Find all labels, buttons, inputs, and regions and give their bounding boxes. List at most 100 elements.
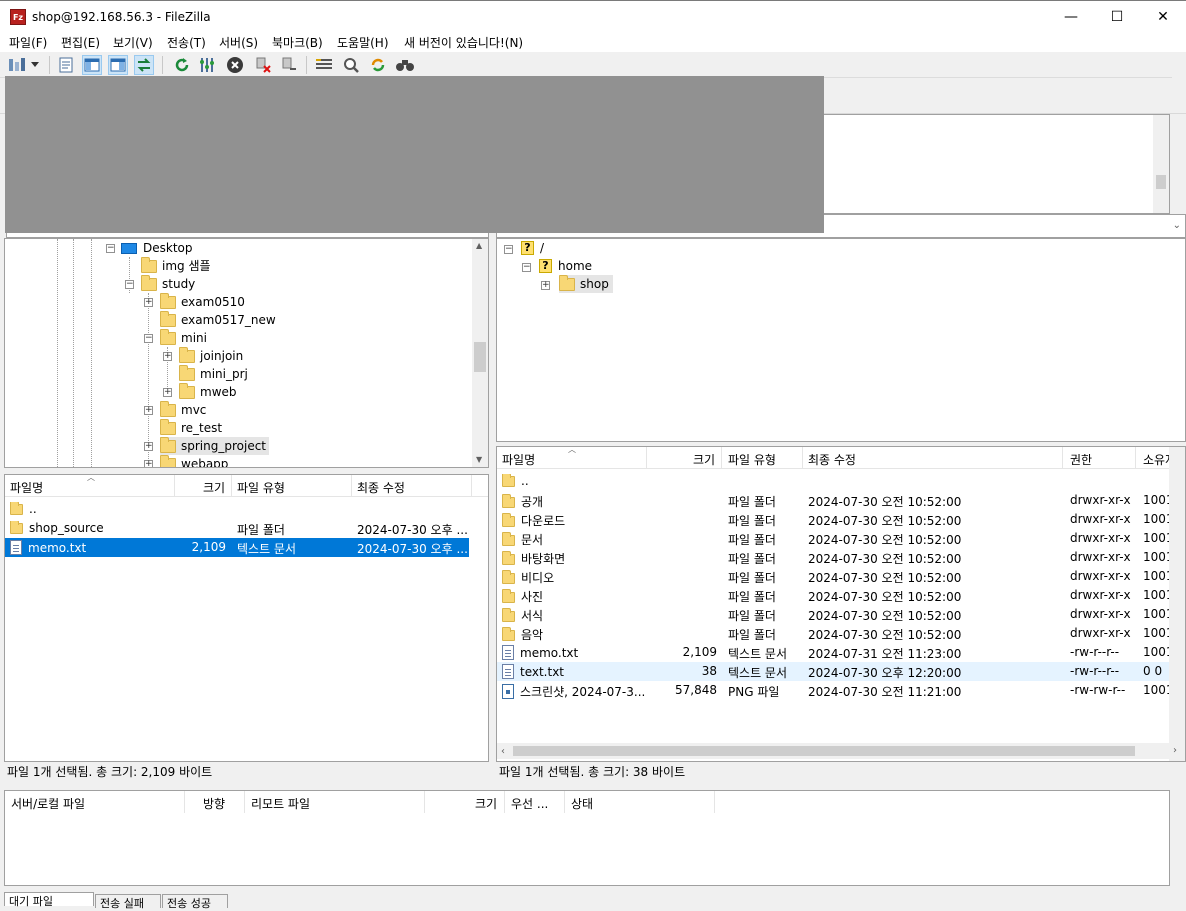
sync-browse-icon[interactable] [368, 55, 388, 75]
remote-tree-icon[interactable] [108, 55, 128, 75]
column-divider[interactable] [721, 447, 722, 469]
column-divider[interactable] [174, 475, 175, 497]
reconnect-icon[interactable] [279, 55, 299, 75]
scroll-right-icon[interactable]: › [1173, 745, 1177, 756]
column-header-modified[interactable]: 최종 수정 [808, 451, 856, 468]
column-divider[interactable] [244, 791, 245, 813]
menu-view[interactable]: 보기(V) [113, 34, 153, 51]
dropdown-icon[interactable] [29, 55, 41, 75]
tree-node-spring-project[interactable]: spring_project [160, 436, 270, 455]
local-tree-icon[interactable] [82, 55, 102, 75]
list-item[interactable]: 다운로드 파일 폴더 2024-07-30 오전 10:52:00 drwxr-xr-… [497, 510, 1185, 529]
directory-listing-filter-icon[interactable] [314, 55, 334, 75]
tree-node-mweb[interactable]: mweb [179, 382, 237, 401]
queue-header-remote-file[interactable]: 리모트 파일 [251, 795, 310, 812]
expand-icon[interactable]: + [163, 352, 172, 361]
queue-header-size[interactable]: 크기 [475, 795, 497, 812]
scroll-thumb[interactable] [513, 746, 1135, 756]
process-queue-icon[interactable] [198, 55, 218, 75]
tree-node-webapp[interactable]: webapp [160, 454, 228, 467]
column-divider[interactable] [351, 475, 352, 497]
remote-list-vscrollbar[interactable]: › [1169, 447, 1185, 761]
expand-icon[interactable]: + [144, 298, 153, 307]
list-item[interactable]: 음악 파일 폴더 2024-07-30 오전 10:52:00 drwxr-xr-x 1… [497, 624, 1185, 643]
column-header-permissions[interactable]: 권한 [1070, 451, 1092, 468]
refresh-icon[interactable] [172, 55, 192, 75]
disconnect-icon[interactable] [253, 55, 273, 75]
scroll-down-icon[interactable]: ▼ [476, 455, 482, 464]
column-header-size[interactable]: 크기 [693, 451, 715, 468]
collapse-icon[interactable]: − [522, 263, 531, 272]
list-item[interactable]: 바탕화면 파일 폴더 2024-07-30 오전 10:52:00 drwxr-xr-… [497, 548, 1185, 567]
tree-node-img-sample[interactable]: img 샘플 [141, 256, 211, 275]
menu-file[interactable]: 파일(F) [9, 34, 47, 51]
tab-queued-files[interactable]: 대기 파일 [4, 892, 94, 908]
tree-node-desktop[interactable]: Desktop [121, 239, 193, 257]
column-divider[interactable] [424, 791, 425, 813]
tree-node-shop[interactable]: shop [559, 274, 613, 293]
remote-list-hscrollbar[interactable]: ‹ [497, 743, 1171, 759]
local-tree-scrollbar[interactable]: ▲ ▼ [472, 239, 488, 467]
queue-header-direction[interactable]: 방향 [203, 795, 225, 812]
scroll-left-icon[interactable]: ‹ [501, 746, 505, 757]
tree-node-root[interactable]: ? / [521, 239, 544, 257]
tree-node-mvc[interactable]: mvc [160, 400, 206, 419]
tab-failed-transfers[interactable]: 전송 실패 [95, 894, 161, 910]
tree-node-study[interactable]: study [141, 274, 195, 293]
column-header-modified[interactable]: 최종 수정 [357, 479, 405, 496]
column-divider[interactable] [1062, 447, 1063, 469]
queue-header-priority[interactable]: 우선 ... [511, 795, 548, 812]
list-item[interactable]: .. [497, 472, 1185, 491]
menu-transfer[interactable]: 전송(T) [167, 34, 206, 51]
collapse-icon[interactable]: − [144, 334, 153, 343]
collapse-icon[interactable]: − [125, 280, 134, 289]
list-item[interactable]: text.txt 38 텍스트 문서 2024-07-30 오후 12:20:00 -r… [497, 662, 1185, 681]
menu-bookmarks[interactable]: 북마크(B) [272, 34, 323, 51]
tree-node-joinjoin[interactable]: joinjoin [179, 346, 243, 365]
column-divider[interactable] [646, 447, 647, 469]
tree-node-re-test[interactable]: re_test [160, 418, 222, 437]
column-header-type[interactable]: 파일 유형 [237, 479, 285, 496]
list-item[interactable]: 스크린샷, 2024-07-3... 57,848 PNG 파일 2024-07-30… [497, 681, 1185, 700]
list-item[interactable]: 서식 파일 폴더 2024-07-30 오전 10:52:00 drwxr-xr-x 1… [497, 605, 1185, 624]
scroll-thumb[interactable] [1156, 175, 1166, 189]
menu-new-version[interactable]: 새 버전이 있습니다!(N) [404, 34, 523, 51]
expand-icon[interactable]: + [163, 388, 172, 397]
close-button[interactable]: ✕ [1140, 1, 1186, 32]
search-icon[interactable] [395, 55, 415, 75]
tree-node-exam0517-new[interactable]: exam0517_new [160, 310, 276, 329]
collapse-icon[interactable]: − [106, 244, 115, 253]
menu-help[interactable]: 도움말(H) [337, 34, 389, 51]
expand-icon[interactable]: + [541, 281, 550, 290]
column-divider[interactable] [802, 447, 803, 469]
column-header-filename[interactable]: 파일명 [502, 451, 535, 468]
queue-header-status[interactable]: 상태 [571, 795, 593, 812]
column-header-size[interactable]: 크기 [203, 479, 225, 496]
list-item[interactable]: 공개 파일 폴더 2024-07-30 오전 10:52:00 drwxr-xr-x 1… [497, 491, 1185, 510]
list-item[interactable]: shop_source 파일 폴더 2024-07-30 오후 ... [5, 519, 488, 538]
tree-node-exam0510[interactable]: exam0510 [160, 292, 245, 311]
expand-icon[interactable]: + [144, 406, 153, 415]
list-item[interactable]: memo.txt 2,109 텍스트 문서 2024-07-31 오전 11:23:0… [497, 643, 1185, 662]
column-divider[interactable] [714, 791, 715, 813]
message-log-icon[interactable] [56, 55, 76, 75]
list-item[interactable]: 사진 파일 폴더 2024-07-30 오전 10:52:00 drwxr-xr-x 1… [497, 586, 1185, 605]
minimize-button[interactable]: — [1048, 1, 1094, 32]
list-item[interactable]: 비디오 파일 폴더 2024-07-30 오전 10:52:00 drwxr-xr-x… [497, 567, 1185, 586]
column-divider[interactable] [504, 791, 505, 813]
collapse-icon[interactable]: − [504, 245, 513, 254]
transfer-queue-icon[interactable] [134, 55, 154, 75]
scroll-up-icon[interactable]: ▲ [476, 241, 482, 250]
list-item[interactable]: 문서 파일 폴더 2024-07-30 오전 10:52:00 drwxr-xr-x 1… [497, 529, 1185, 548]
list-item[interactable]: memo.txt 2,109 텍스트 문서 2024-07-30 오후 ... [5, 538, 469, 557]
column-divider[interactable] [471, 475, 472, 497]
column-divider[interactable] [564, 791, 565, 813]
tree-node-mini-prj[interactable]: mini_prj [179, 364, 248, 383]
filezilla-app-icon[interactable]: Fz [10, 9, 26, 25]
tree-node-home[interactable]: ? home [539, 257, 592, 275]
menu-server[interactable]: 서버(S) [219, 34, 258, 51]
toggle-compare-icon[interactable] [341, 55, 361, 75]
queue-header-local-file[interactable]: 서버/로컬 파일 [11, 795, 85, 812]
column-divider[interactable] [1135, 447, 1136, 469]
scroll-thumb[interactable] [474, 342, 486, 372]
